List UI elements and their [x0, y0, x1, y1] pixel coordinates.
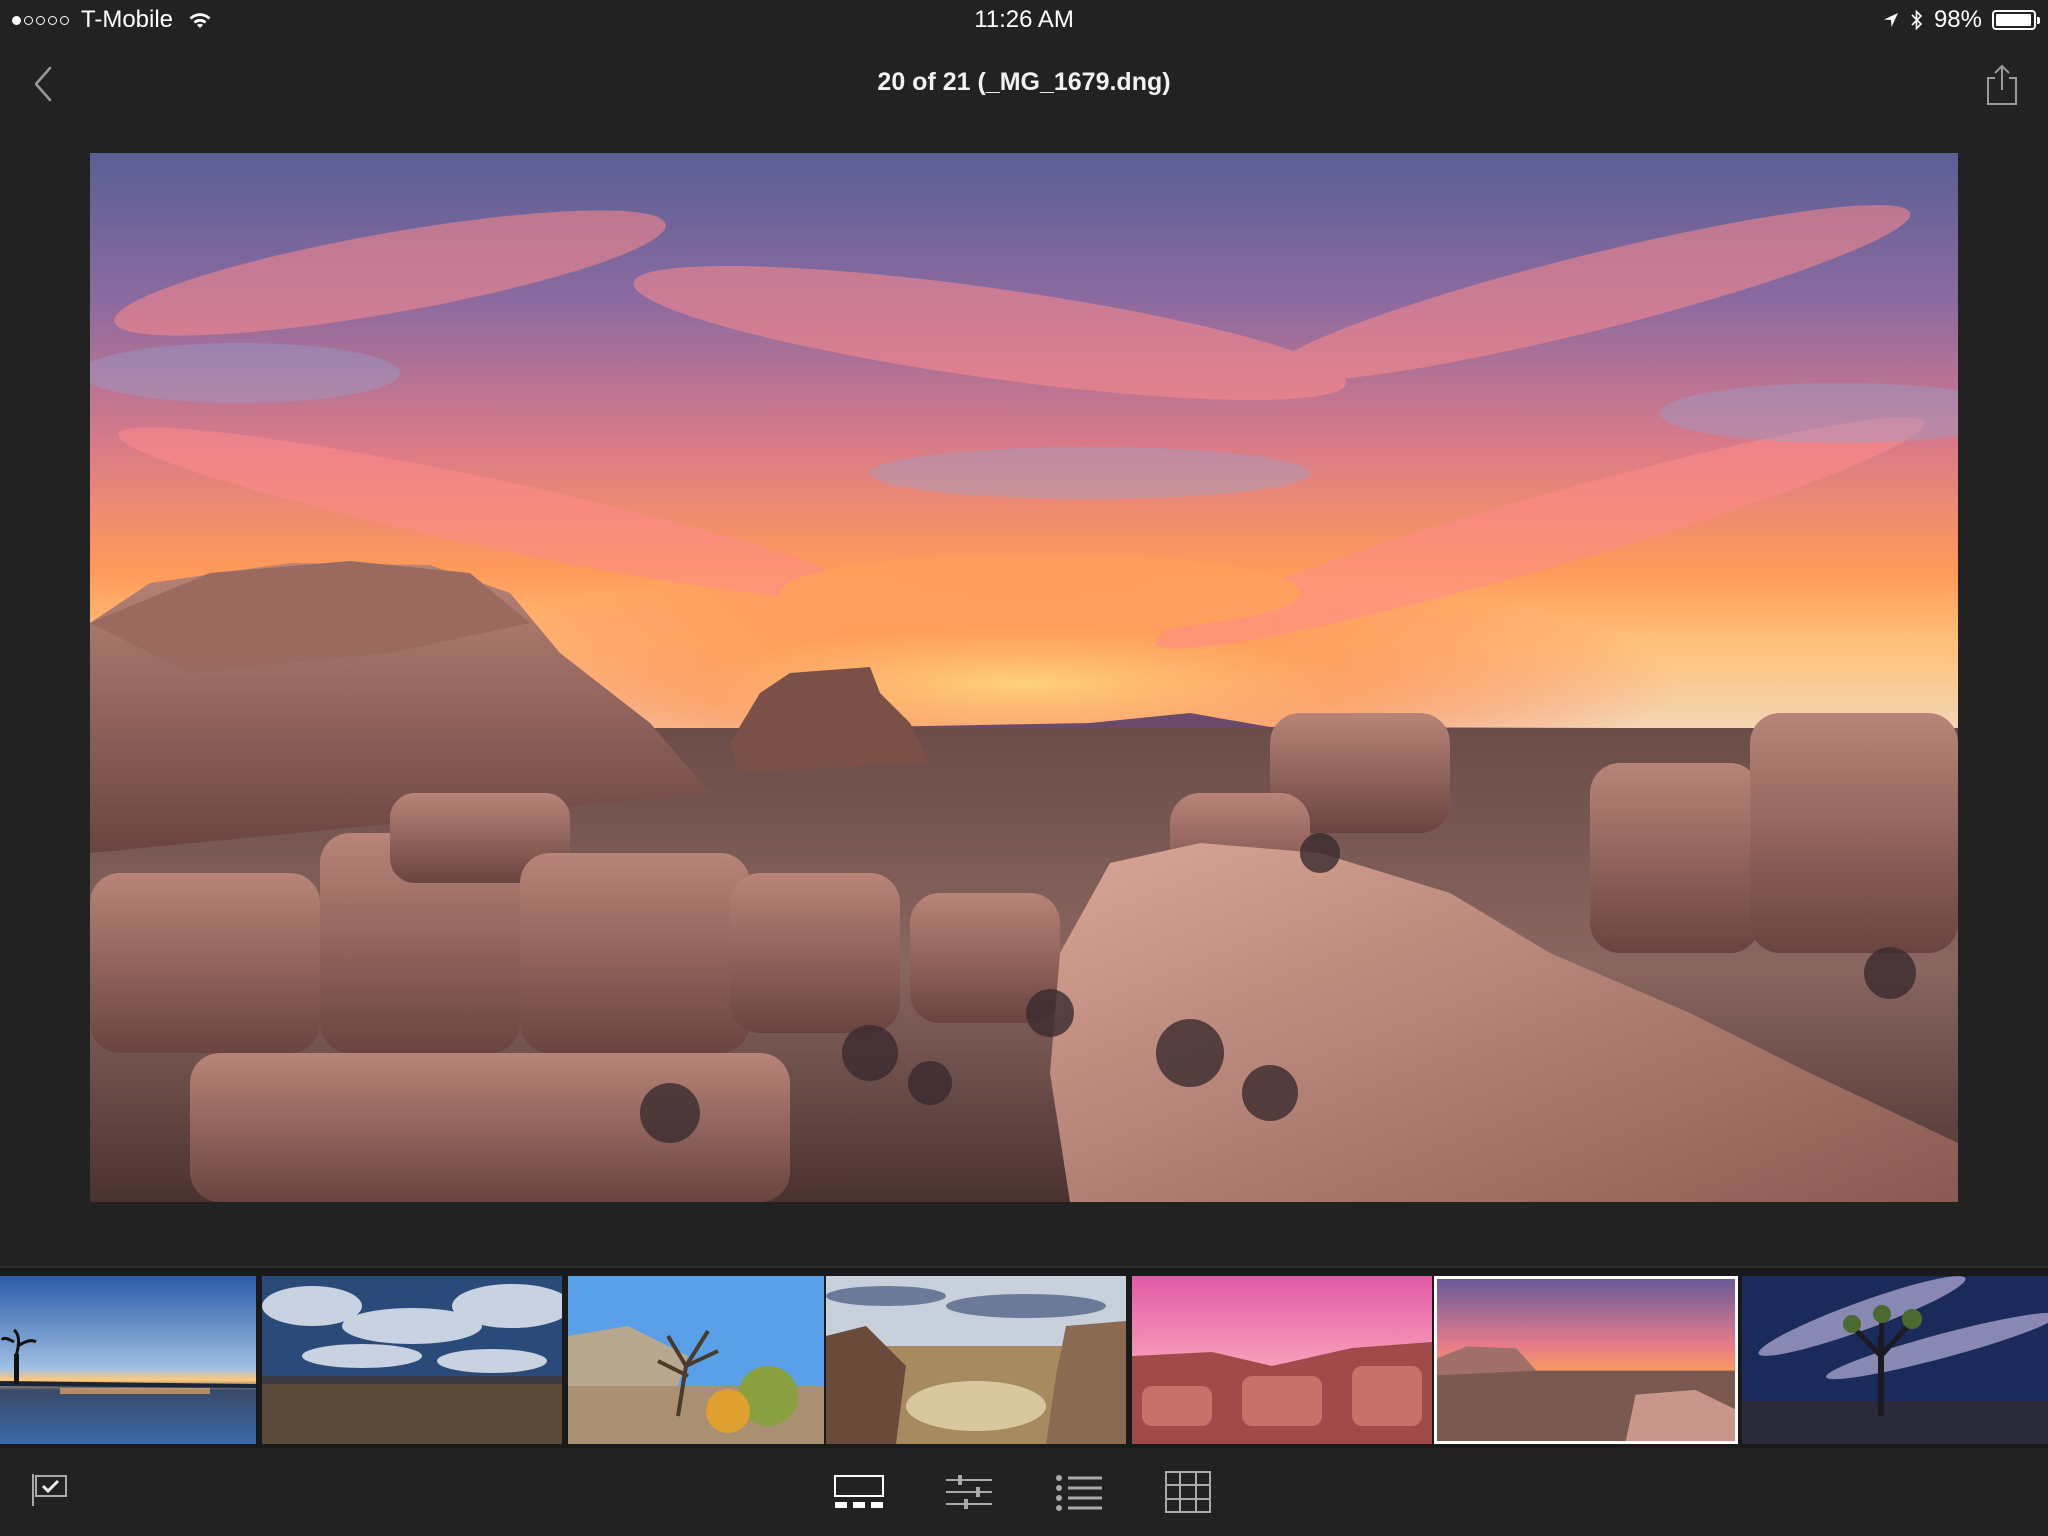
- joshua-tree-thumbnail: [568, 1276, 824, 1444]
- battery-icon: [1992, 10, 2040, 30]
- photo-title: 20 of 21 (_MG_1679.dng): [877, 68, 1171, 96]
- status-bar: T-Mobile 11:26 AM 98%: [0, 0, 2048, 40]
- thumbnail[interactable]: [0, 1276, 256, 1444]
- cloudy-plains-thumbnail: [262, 1276, 562, 1444]
- boulder-canyon-thumbnail: [826, 1276, 1126, 1444]
- bottom-toolbar: [0, 1448, 2048, 1536]
- grid-view-button[interactable]: [1164, 1470, 1212, 1514]
- flag-button[interactable]: [28, 1470, 72, 1510]
- info-list-button[interactable]: [1054, 1472, 1104, 1512]
- thumbnail[interactable]: [1132, 1276, 1432, 1444]
- nav-bar: 20 of 21 (_MG_1679.dng): [0, 48, 2048, 120]
- share-button[interactable]: [1980, 62, 2024, 108]
- adjust-sliders-icon: [946, 1475, 992, 1509]
- location-arrow-icon: [1883, 13, 1898, 27]
- bluetooth-icon: [1911, 9, 1923, 31]
- desert-sunset-thumbnail: [1437, 1279, 1735, 1441]
- desert-sunset-photo: [90, 153, 1958, 1202]
- flag-icon: [32, 1474, 67, 1506]
- night-joshua-tree-thumbnail: [1742, 1276, 2048, 1444]
- thumbnail[interactable]: [262, 1276, 562, 1444]
- grid-view-icon: [1165, 1471, 1211, 1513]
- filmstrip-view-button[interactable]: [834, 1474, 884, 1510]
- thumbnail[interactable]: [1742, 1276, 2048, 1444]
- status-time: 11:26 AM: [974, 6, 1074, 33]
- filmstrip-view-icon: [834, 1475, 884, 1508]
- battery-percent: 98%: [1933, 6, 1982, 33]
- thumbnail[interactable]: [568, 1276, 824, 1444]
- status-right: 98%: [1882, 6, 2040, 34]
- filmstrip[interactable]: [0, 1266, 2048, 1448]
- share-icon: [1987, 64, 2017, 105]
- main-photo[interactable]: [90, 153, 1958, 1202]
- info-list-icon: [1056, 1475, 1102, 1511]
- thumbnail[interactable]: [826, 1276, 1126, 1444]
- thumbnail-selected[interactable]: [1434, 1276, 1738, 1444]
- lake-sunset-thumbnail: [0, 1276, 256, 1444]
- pink-sky-rocks-thumbnail: [1132, 1276, 1432, 1444]
- adjust-button[interactable]: [944, 1472, 994, 1512]
